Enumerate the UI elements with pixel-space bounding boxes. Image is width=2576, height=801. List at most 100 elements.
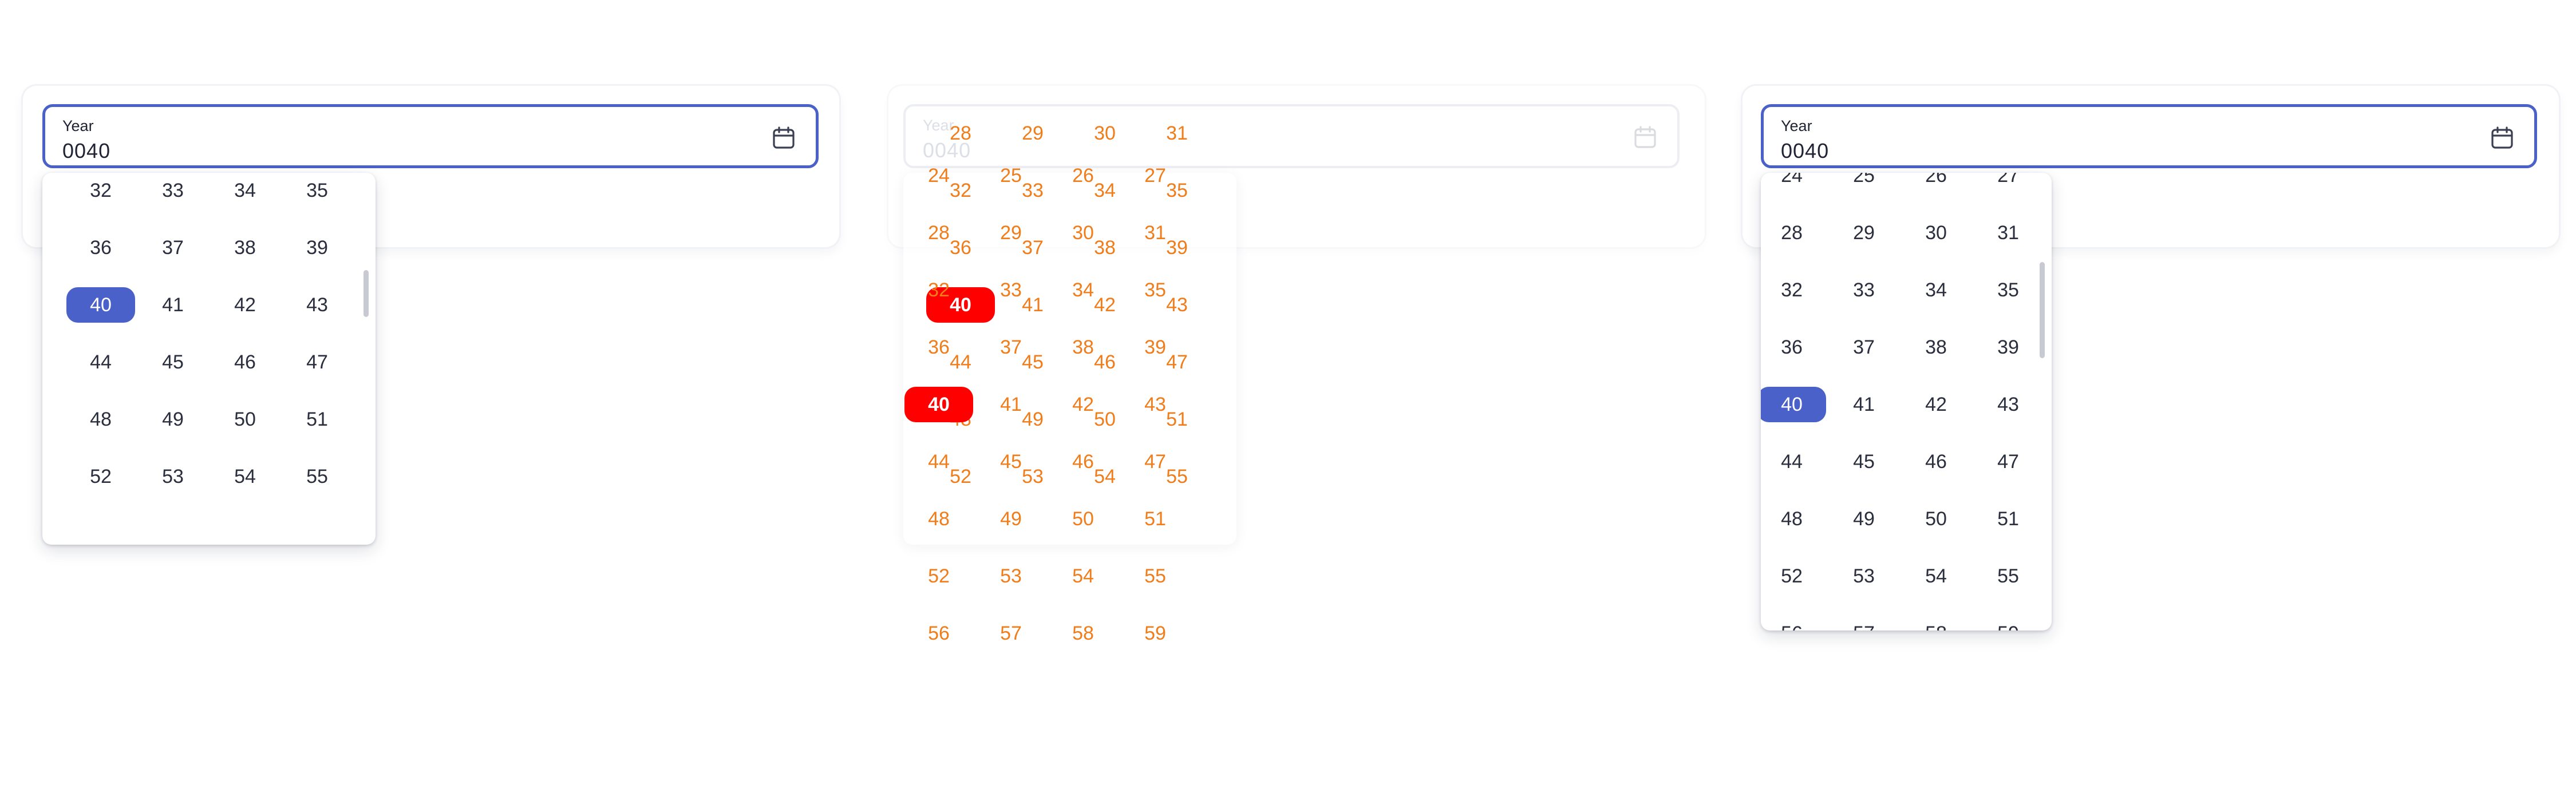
year-option[interactable]: 26	[1049, 158, 1117, 193]
year-option[interactable]: 49	[139, 402, 207, 437]
year-option[interactable]: 30	[1902, 215, 1970, 251]
year-option[interactable]: 39	[1974, 330, 2042, 365]
year-option[interactable]: 25	[1830, 173, 1898, 193]
year-option[interactable]: 36	[1761, 330, 1826, 365]
year-option[interactable]: 53	[977, 558, 1045, 594]
year-field-right[interactable]: Year 0040	[1761, 104, 2537, 168]
year-option[interactable]: 29	[1830, 215, 1898, 251]
year-option[interactable]: 48	[66, 402, 135, 437]
year-option[interactable]: 35	[1974, 272, 2042, 308]
year-option[interactable]: 30	[1070, 116, 1139, 151]
year-popup-left[interactable]: 2829303132333435363738394041424344454647…	[42, 173, 376, 545]
year-field-value[interactable]: 0040	[62, 139, 110, 163]
year-option[interactable]: 49	[977, 501, 1045, 537]
year-option[interactable]: 38	[211, 230, 279, 265]
year-option[interactable]: 39	[1121, 330, 1190, 365]
year-option[interactable]: 46	[1049, 444, 1117, 479]
year-option[interactable]: 37	[977, 330, 1045, 365]
year-option[interactable]: 36	[904, 330, 973, 365]
year-option[interactable]: 26	[1902, 173, 1970, 193]
year-option[interactable]: 43	[1121, 387, 1190, 422]
year-option[interactable]: 57	[1830, 616, 1898, 631]
year-option[interactable]: 46	[1902, 444, 1970, 479]
year-option[interactable]: 44	[66, 344, 135, 380]
year-option[interactable]: 34	[1902, 272, 1970, 308]
year-option[interactable]: 25	[977, 158, 1045, 193]
year-option[interactable]: 43	[283, 287, 351, 323]
year-option[interactable]: 54	[1049, 558, 1117, 594]
year-option[interactable]: 55	[283, 459, 351, 494]
year-option[interactable]: 50	[1049, 501, 1117, 537]
year-option[interactable]: 44	[1761, 444, 1826, 479]
scrollbar-thumb[interactable]	[364, 270, 369, 317]
year-option[interactable]: 45	[977, 444, 1045, 479]
year-option[interactable]: 59	[1974, 616, 2042, 631]
year-option[interactable]: 32	[1761, 272, 1826, 308]
year-option[interactable]: 32	[66, 173, 135, 208]
year-option[interactable]: 28	[926, 116, 995, 151]
year-option[interactable]: 30	[1049, 215, 1117, 251]
year-field-left[interactable]: Year 0040	[42, 104, 819, 168]
year-option[interactable]: 43	[1974, 387, 2042, 422]
year-option[interactable]: 52	[66, 459, 135, 494]
year-option[interactable]: 53	[1830, 558, 1898, 594]
year-option[interactable]: 37	[139, 230, 207, 265]
year-option[interactable]: 46	[211, 344, 279, 380]
year-option[interactable]: 45	[139, 344, 207, 380]
year-option[interactable]: 47	[283, 344, 351, 380]
year-option[interactable]: 40	[66, 287, 135, 323]
year-option[interactable]: 40	[1761, 387, 1826, 422]
year-option[interactable]: 37	[1830, 330, 1898, 365]
year-option[interactable]: 39	[283, 230, 351, 265]
year-option[interactable]: 53	[139, 459, 207, 494]
year-option[interactable]: 31	[1121, 215, 1190, 251]
year-field-value[interactable]: 0040	[1781, 139, 1829, 163]
year-option[interactable]: 58	[1049, 616, 1117, 651]
year-option[interactable]: 56	[904, 616, 973, 651]
scrollbar-thumb[interactable]	[2040, 262, 2045, 358]
year-popup-right[interactable]: 24 25 26 27 28 29 30 31 32 33 34 35 36 37 38 39 40 41 42 43…	[1761, 173, 2052, 631]
year-option[interactable]: 41	[139, 287, 207, 323]
year-option[interactable]: 56	[1761, 616, 1826, 631]
year-option[interactable]: 47	[1121, 444, 1190, 479]
year-option[interactable]: 52	[1761, 558, 1826, 594]
year-option[interactable]: 34	[1049, 272, 1117, 308]
year-option[interactable]: 24	[1761, 173, 1826, 193]
year-option[interactable]: 58	[1902, 616, 1970, 631]
year-option[interactable]: 47	[1974, 444, 2042, 479]
year-option[interactable]: 48	[1761, 501, 1826, 537]
year-option[interactable]: 41	[977, 387, 1045, 422]
year-option[interactable]: 36	[66, 230, 135, 265]
year-option[interactable]: 44	[904, 444, 973, 479]
year-option[interactable]: 55	[1974, 558, 2042, 594]
year-option[interactable]: 28	[1761, 215, 1826, 251]
year-option[interactable]: 29	[998, 116, 1067, 151]
calendar-icon[interactable]	[1631, 124, 1659, 151]
year-option[interactable]: 42	[1902, 387, 1970, 422]
year-option[interactable]: 31	[1143, 116, 1211, 151]
year-option[interactable]: 50	[1902, 501, 1970, 537]
year-option[interactable]: 24	[904, 158, 973, 193]
year-option[interactable]: 57	[977, 616, 1045, 651]
year-option[interactable]: 59	[1121, 616, 1190, 651]
year-option[interactable]: 35	[283, 173, 351, 208]
year-option[interactable]: 51	[1121, 501, 1190, 537]
year-option[interactable]: 52	[904, 558, 973, 594]
year-option[interactable]: 38	[1049, 330, 1117, 365]
year-option[interactable]: 55	[1121, 558, 1190, 594]
year-option[interactable]: 29	[977, 215, 1045, 251]
year-option[interactable]: 42	[211, 287, 279, 323]
year-option[interactable]: 34	[211, 173, 279, 208]
year-option[interactable]: 33	[977, 272, 1045, 308]
year-option[interactable]: 54	[211, 459, 279, 494]
year-option[interactable]: 40	[904, 387, 973, 422]
year-option[interactable]: 54	[1902, 558, 1970, 594]
year-option[interactable]: 42	[1049, 387, 1117, 422]
year-option[interactable]: 28	[904, 215, 973, 251]
year-option[interactable]: 27	[1121, 158, 1190, 193]
year-option[interactable]: 33	[1830, 272, 1898, 308]
year-option[interactable]: 31	[1974, 215, 2042, 251]
year-option[interactable]: 35	[1121, 272, 1190, 308]
year-option[interactable]: 50	[211, 402, 279, 437]
year-option[interactable]: 38	[1902, 330, 1970, 365]
